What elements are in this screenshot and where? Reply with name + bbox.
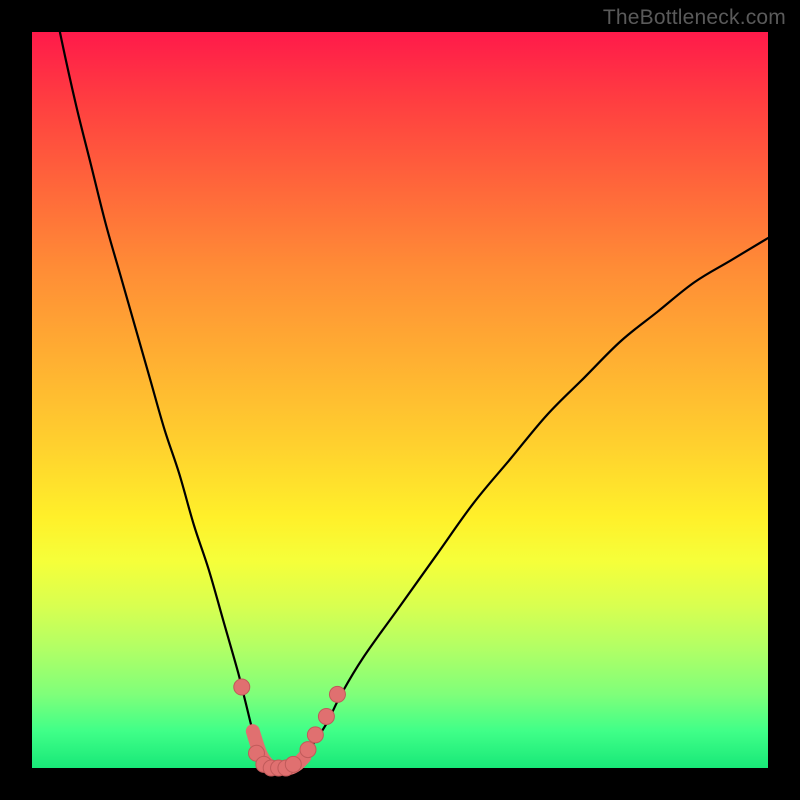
curve-marker [300,742,316,758]
watermark-text: TheBottleneck.com [603,6,786,30]
curve-marker [285,756,301,772]
curve-marker [318,708,334,724]
plot-area [32,32,768,768]
curve-marker [307,727,323,743]
bottleneck-curve [32,0,768,768]
bottleneck-curve-svg [32,32,768,768]
curve-marker [234,679,250,695]
curve-marker [329,686,345,702]
chart-frame: TheBottleneck.com [0,0,800,800]
